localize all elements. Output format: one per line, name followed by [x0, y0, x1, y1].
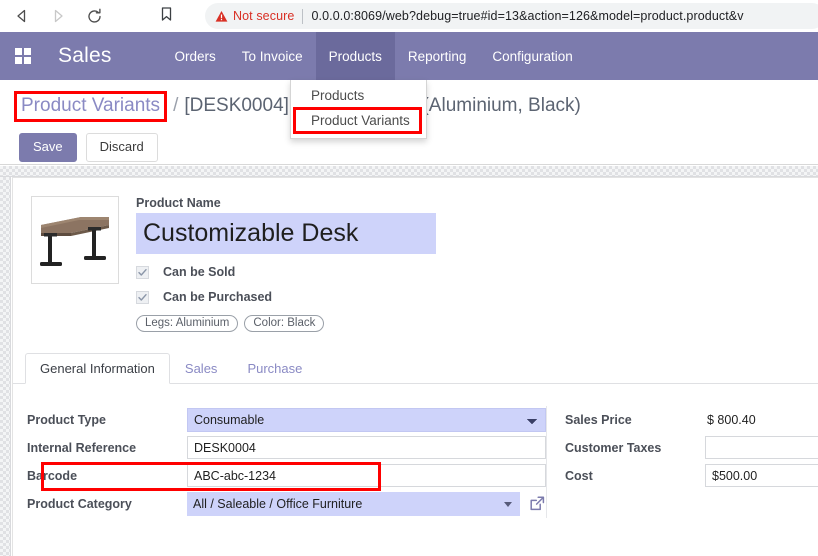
header-fields: Product Name Can be Sold Can be Purchase… [136, 196, 436, 332]
sheet-left-hatch-band [0, 177, 11, 556]
can-be-purchased-checkbox[interactable] [136, 290, 149, 304]
nav-item-products[interactable]: Products [315, 32, 395, 80]
general-information-page: Product Type Consumable Internal Referen… [13, 384, 818, 518]
sheet-top-hatch-band [0, 166, 818, 177]
dropdown-item-products[interactable]: Products [291, 84, 426, 107]
form-header: Product Name Can be Sold Can be Purchase… [13, 188, 818, 332]
bookmark-icon [159, 6, 174, 27]
products-dropdown-menu: Products Product Variants [290, 80, 427, 139]
dropdown-item-product-variants[interactable]: Product Variants [293, 107, 422, 134]
reload-icon [86, 8, 103, 25]
barcode-label: Barcode [27, 468, 78, 483]
nav-item-to-invoice[interactable]: To Invoice [229, 32, 316, 80]
internal-reference-input[interactable] [187, 436, 546, 459]
reload-button[interactable] [80, 2, 108, 30]
record-action-buttons: Save Discard [19, 133, 158, 162]
bookmark-button[interactable] [152, 2, 180, 30]
product-image[interactable] [31, 196, 119, 284]
product-category-external-link[interactable] [529, 495, 546, 512]
field-row-internal-reference: Internal Reference [27, 434, 546, 461]
product-type-select[interactable]: Consumable [187, 407, 546, 432]
back-button[interactable] [8, 2, 36, 30]
tag-legs-aluminium: Legs: Aluminium [136, 315, 239, 332]
forward-button [44, 2, 72, 30]
product-category-input[interactable]: All / Saleable / Office Furniture [187, 491, 520, 516]
product-type-label: Product Type [27, 412, 106, 427]
forward-arrow-icon [50, 8, 66, 24]
can-be-sold-label: Can be Sold [163, 265, 236, 279]
breadcrumb-separator: / [173, 95, 179, 116]
nav-item-reporting[interactable]: Reporting [395, 32, 480, 80]
right-field-column: Sales Price $ 800.40 Customer Taxes Cost [546, 406, 818, 518]
checkmark-icon [138, 268, 147, 276]
product-category-value: All / Saleable / Office Furniture [193, 496, 363, 511]
external-link-icon [530, 496, 545, 511]
product-type-control: Consumable [187, 407, 546, 432]
breadcrumb-current-suffix: (Aluminium, Black) [422, 95, 581, 116]
address-bar[interactable]: Not secure 0.0.0.0:8069/web?debug=true#i… [205, 3, 818, 29]
breadcrumb-product-variants[interactable]: Product Variants [14, 91, 168, 122]
field-row-sales-price: Sales Price $ 800.40 [565, 406, 806, 433]
barcode-input[interactable] [187, 464, 546, 487]
field-row-barcode: Barcode [27, 462, 546, 491]
cost-control [705, 464, 818, 487]
variant-attribute-tags: Legs: Aluminium Color: Black [136, 315, 436, 332]
product-name-input[interactable] [136, 213, 436, 254]
sales-price-value: $ 800.40 [707, 412, 756, 427]
not-secure-label: Not secure [233, 9, 295, 23]
barcode-control [187, 464, 546, 487]
field-row-product-type: Product Type Consumable [27, 406, 546, 433]
cost-label: Cost [565, 468, 593, 483]
tab-purchase[interactable]: Purchase [232, 353, 317, 384]
screenshot-root: Not secure 0.0.0.0:8069/web?debug=true#i… [0, 0, 818, 556]
app-brand-title: Sales [58, 44, 112, 67]
apps-grid-icon [15, 48, 31, 64]
can-be-sold-row[interactable]: Can be Sold [136, 265, 436, 279]
customer-taxes-label: Customer Taxes [565, 440, 662, 455]
sales-price-label: Sales Price [565, 412, 632, 427]
sales-price-control: $ 800.40 [705, 411, 806, 429]
discard-button[interactable]: Discard [85, 133, 158, 162]
nav-item-configuration[interactable]: Configuration [479, 32, 585, 80]
odoo-navbar: Sales Orders To Invoice Products Reporti… [0, 32, 818, 80]
field-row-product-category: Product Category All / Saleable / Office… [27, 490, 546, 517]
url-text: 0.0.0.0:8069/web?debug=true#id=13&action… [311, 9, 744, 23]
customer-taxes-input[interactable] [705, 436, 818, 459]
internal-reference-label: Internal Reference [27, 440, 137, 455]
product-category-label: Product Category [27, 496, 132, 511]
checkmark-icon [138, 293, 147, 301]
apps-menu-button[interactable] [0, 32, 46, 80]
chevron-down-icon [504, 501, 512, 507]
form-notebook-tabs: General Information Sales Purchase [13, 353, 818, 384]
field-row-cost: Cost [565, 462, 818, 489]
omnibox-divider [302, 8, 304, 24]
left-field-column: Product Type Consumable Internal Referen… [13, 406, 546, 518]
form-sheet: Product Name Can be Sold Can be Purchase… [12, 177, 818, 556]
can-be-purchased-label: Can be Purchased [163, 290, 273, 304]
product-name-label: Product Name [136, 196, 221, 210]
can-be-sold-checkbox[interactable] [136, 265, 149, 279]
tag-color-black: Color: Black [244, 315, 325, 332]
navbar-menu: Orders To Invoice Products Reporting Con… [162, 32, 586, 80]
browser-toolbar: Not secure 0.0.0.0:8069/web?debug=true#i… [0, 0, 818, 32]
save-button[interactable]: Save [19, 133, 77, 162]
tab-general-information[interactable]: General Information [25, 353, 170, 384]
internal-reference-control [187, 436, 546, 459]
product-category-control: All / Saleable / Office Furniture [187, 491, 546, 516]
nav-item-orders[interactable]: Orders [162, 32, 229, 80]
field-row-customer-taxes: Customer Taxes [565, 434, 818, 461]
customer-taxes-control [705, 436, 818, 459]
can-be-purchased-row[interactable]: Can be Purchased [136, 290, 436, 304]
desk-illustration-icon [40, 217, 109, 266]
tab-sales[interactable]: Sales [170, 353, 233, 384]
warning-triangle-icon [215, 10, 228, 23]
back-arrow-icon [14, 8, 30, 24]
cost-input[interactable] [705, 464, 818, 487]
